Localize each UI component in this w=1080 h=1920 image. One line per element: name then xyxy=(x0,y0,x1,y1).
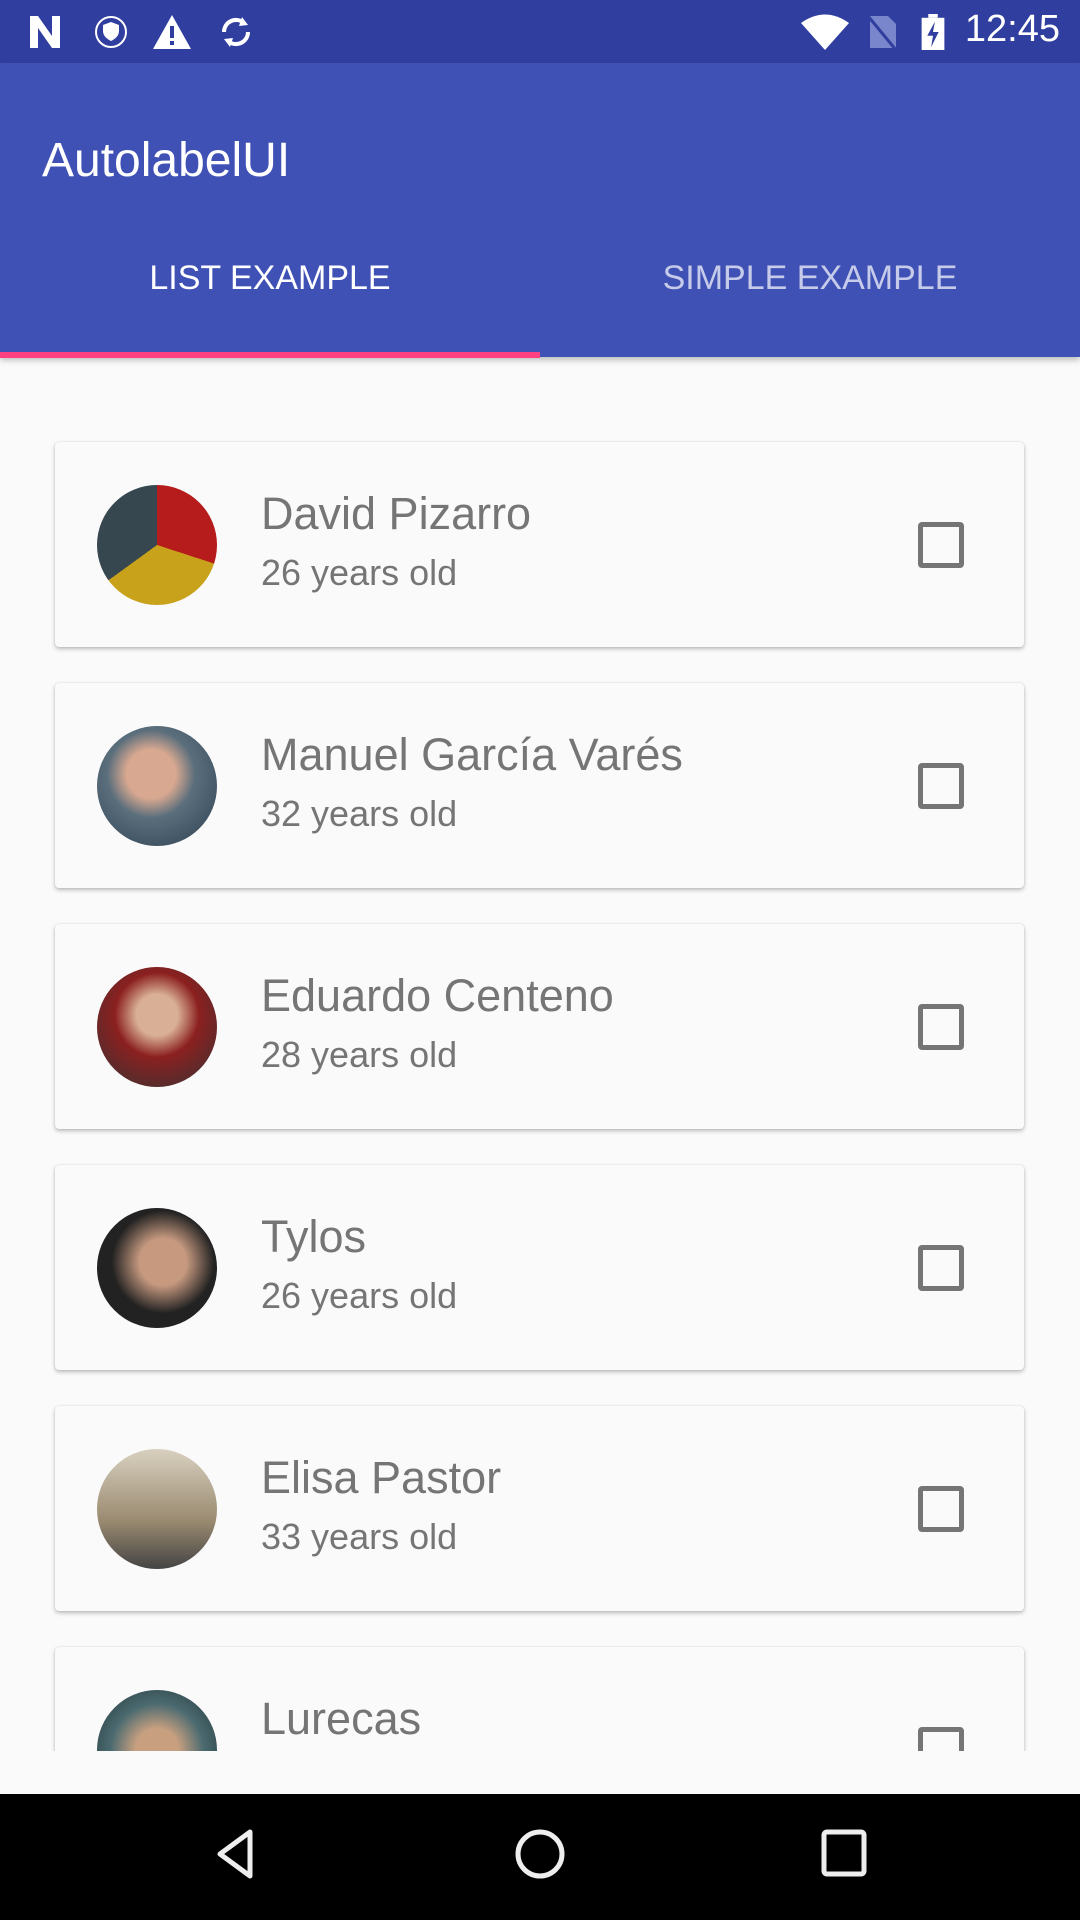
people-list[interactable]: David Pizarro 26 years old Manuel García… xyxy=(0,357,1080,1751)
person-age: 32 years old xyxy=(261,793,458,834)
n-logo-icon xyxy=(30,16,60,48)
list-item[interactable]: Tylos 26 years old xyxy=(55,1165,1024,1370)
vpn-shield-icon xyxy=(95,16,127,48)
select-checkbox[interactable] xyxy=(918,1004,964,1050)
select-checkbox[interactable] xyxy=(918,1245,964,1291)
back-icon[interactable] xyxy=(210,1824,260,1884)
tab-simple-example[interactable]: SIMPLE EXAMPLE xyxy=(540,259,1080,298)
person-age: 33 years old xyxy=(261,1516,458,1557)
avatar xyxy=(97,1449,217,1569)
list-item[interactable]: Elisa Pastor 33 years old xyxy=(55,1406,1024,1611)
list-item[interactable]: Lurecas xyxy=(55,1647,1024,1751)
home-icon[interactable] xyxy=(510,1824,570,1884)
navigation-bar xyxy=(0,1794,1080,1920)
person-name: Manuel García Varés xyxy=(261,729,683,780)
battery-charging-icon xyxy=(921,14,945,50)
select-checkbox[interactable] xyxy=(918,1486,964,1532)
warning-icon xyxy=(153,15,191,49)
list-item[interactable]: Eduardo Centeno 28 years old xyxy=(55,924,1024,1129)
person-name: Elisa Pastor xyxy=(261,1452,502,1503)
person-name: Lurecas xyxy=(261,1693,422,1744)
avatar xyxy=(97,1690,217,1751)
select-checkbox[interactable] xyxy=(918,522,964,568)
avatar xyxy=(97,726,217,846)
avatar xyxy=(97,967,217,1087)
select-checkbox[interactable] xyxy=(918,763,964,809)
person-name: Tylos xyxy=(261,1211,367,1262)
app-bar: AutolabelUI LIST EXAMPLE SIMPLE EXAMPLE xyxy=(0,63,1080,358)
sync-icon xyxy=(221,17,251,47)
avatar xyxy=(97,1208,217,1328)
list-item[interactable]: David Pizarro 26 years old xyxy=(55,442,1024,647)
tab-list-example[interactable]: LIST EXAMPLE xyxy=(0,259,540,298)
avatar xyxy=(97,485,217,605)
recents-icon[interactable] xyxy=(816,1824,872,1884)
wifi-icon xyxy=(801,14,849,50)
person-age: 26 years old xyxy=(261,1275,458,1316)
person-age: 28 years old xyxy=(261,1034,458,1075)
select-checkbox[interactable] xyxy=(918,1727,964,1751)
person-age: 26 years old xyxy=(261,552,458,593)
person-name: David Pizarro xyxy=(261,488,532,539)
no-sim-icon xyxy=(866,15,898,50)
list-item[interactable]: Manuel García Varés 32 years old xyxy=(55,683,1024,888)
status-bar: 12:45 xyxy=(0,0,1080,63)
app-title: AutolabelUI xyxy=(42,134,291,187)
person-name: Eduardo Centeno xyxy=(261,970,614,1021)
clock: 12:45 xyxy=(964,8,1060,50)
